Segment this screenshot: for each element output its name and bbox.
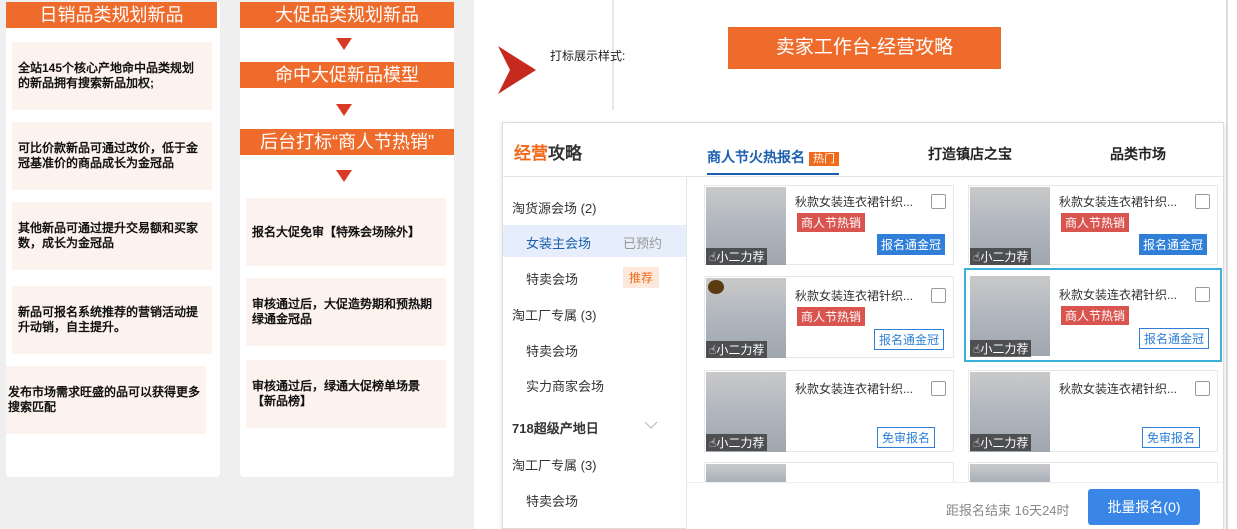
product-checkbox[interactable] [1195,381,1210,396]
free-signup-button[interactable]: 免审报名 [877,427,936,448]
thumb-label: ☝小二力荐 [970,248,1032,265]
col2-step3: 后台打标“商人节热销” [240,129,454,155]
col2-card-1: 报名大促免审【特殊会场除外】 [246,198,446,266]
sidebar-item-taogongchang-2[interactable]: 淘工厂专属 (3) [512,455,597,474]
pointer-arrow-icon [498,46,536,94]
thumb-label: ☝小二力荐 [970,434,1032,451]
col1-card-2: 可比价款新品可通过改价，低于金冠基准价的商品成长为金冠品 [12,122,212,190]
sidebar-item-label: 女装主会场 [526,236,592,251]
sidebar-item-sale-2[interactable]: 特卖会场 [526,341,578,360]
hot-sale-tag: 商人节热销 [797,213,866,232]
logo: 经营攻略 [514,144,582,163]
vertical-divider [1226,0,1228,529]
product-checkbox[interactable] [931,288,946,303]
sidebar-item-sale-3[interactable]: 特卖会场 [526,491,578,510]
col2-step2: 命中大促新品模型 [240,62,454,88]
tab-bar-divider [503,176,1223,177]
tab-store-treasure[interactable]: 打造镇店之宝 [928,144,1012,164]
sidebar-item-sale[interactable]: 特卖会场 [526,269,578,288]
col1-card-3: 其他新品可通过提升交易额和买家数，成长为金冠品 [12,202,212,270]
reserved-tag: 已预约 [623,236,663,251]
banner: 卖家工作台-经营攻略 [728,27,1001,69]
sidebar-item-strength[interactable]: 实力商家会场 [526,376,604,395]
hot-sale-tag: 商人节热销 [1061,306,1130,325]
tab-festival[interactable]: 商人节火热报名 热门 [707,147,839,175]
gold-signup-button[interactable]: 报名通金冠 [877,234,946,255]
gold-signup-button[interactable]: 报名通金冠 [874,329,945,350]
style-label: 打标展示样式: [550,49,626,63]
col2-card-3: 审核通过后，绿通大促榜单场景【新品榜】 [246,360,446,428]
col1-card-5: 发布市场需求旺盛的品可以获得更多搜索匹配 [6,366,206,434]
sidebar-divider [686,177,687,529]
thumb-label: ☝小二力荐 [970,340,1032,357]
col1-card-4: 新品可报名系统推荐的营销活动提升动销，自主提升。 [12,286,212,354]
crown-icon [708,280,724,294]
sidebar-item-taohuoyuan[interactable]: 淘货源会场 (2) [512,198,597,217]
hot-sale-tag: 商人节热销 [1061,213,1130,232]
thumb-label: ☝小二力荐 [706,434,768,451]
down-arrow-icon [336,38,352,50]
product-title: 秋款女装连衣裙针织... [1059,382,1178,396]
col2-card-2: 审核通过后，大促造势期和预热期绿通金冠品 [246,278,446,346]
chevron-down-icon[interactable] [644,420,658,430]
sidebar-item-taogongchang[interactable]: 淘工厂专属 (3) [512,305,597,324]
down-arrow-icon [336,170,352,182]
product-title: 秋款女装连衣裙针织... [1059,288,1178,302]
product-checkbox[interactable] [1195,287,1210,302]
product-title: 秋款女装连衣裙针织... [795,289,914,303]
batch-signup-button[interactable]: 批量报名(0) [1088,489,1200,525]
thumb-label: ☝小二力荐 [706,248,768,265]
product-checkbox[interactable] [931,381,946,396]
product-checkbox[interactable] [931,194,946,209]
countdown-text: 距报名结束 16天24时 [946,503,1070,518]
gold-signup-button[interactable]: 报名通金冠 [1139,328,1210,349]
sidebar-item-718[interactable]: 718超级产地日 [512,418,599,437]
down-arrow-icon [336,104,352,116]
product-checkbox[interactable] [1195,194,1210,209]
product-title: 秋款女装连衣裙针织... [1059,195,1178,209]
recommend-tag: 推荐 [623,267,660,288]
gold-signup-button[interactable]: 报名通金冠 [1139,234,1208,255]
tab-category-market[interactable]: 品类市场 [1110,144,1166,164]
product-title: 秋款女装连衣裙针织... [795,382,914,396]
col1-header: 日销品类规划新品 [6,2,217,28]
thumb-label: ☝小二力荐 [706,341,768,358]
col1-card-1: 全站145个核心产地命中品类规划的新品拥有搜索新品加权; [12,42,212,110]
free-signup-button[interactable]: 免审报名 [1142,427,1201,448]
hot-sale-tag: 商人节热销 [797,307,866,326]
product-title: 秋款女装连衣裙针织... [795,195,914,209]
col2-header: 大促品类规划新品 [240,2,454,28]
hot-badge: 热门 [809,152,839,166]
